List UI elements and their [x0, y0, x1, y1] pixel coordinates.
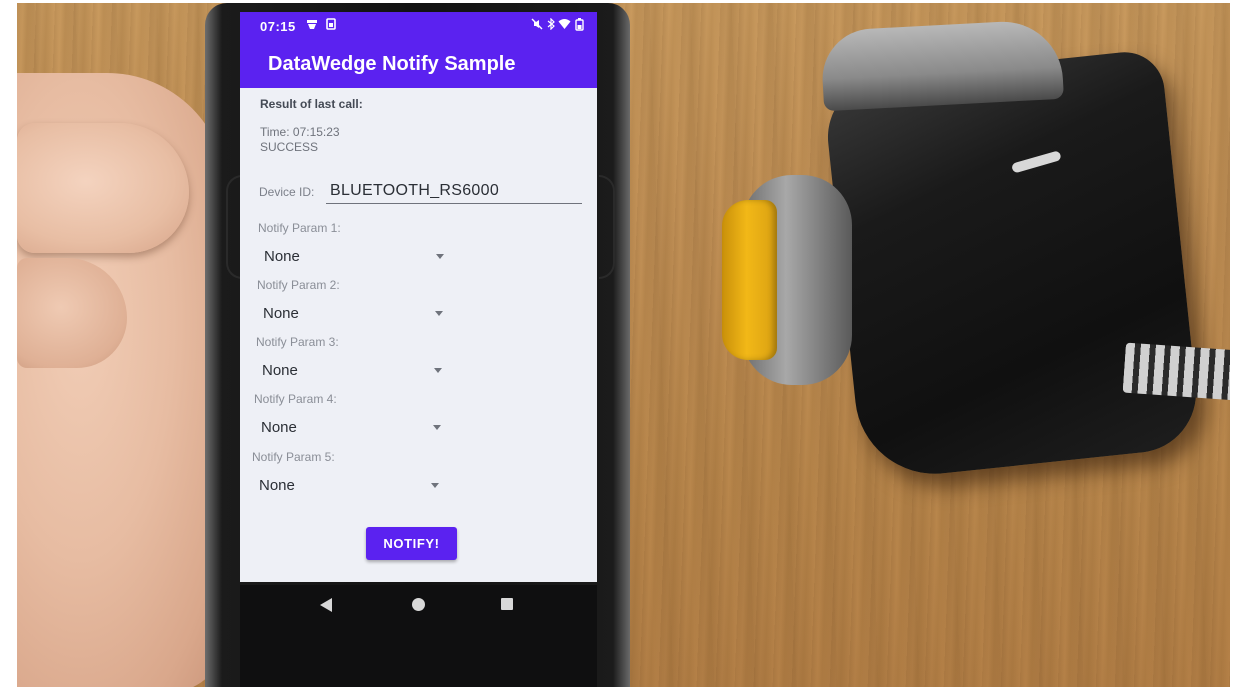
notify-button[interactable]: NOTIFY! [366, 527, 457, 560]
recent-apps-icon[interactable] [501, 598, 513, 610]
notify-param-4-dropdown[interactable]: None [261, 416, 441, 438]
result-time: Time: 07:15:23 [260, 125, 340, 139]
notify-param-2-value: None [263, 305, 299, 322]
home-icon[interactable] [412, 598, 425, 611]
wifi-icon [558, 18, 571, 33]
app-title: DataWedge Notify Sample [268, 53, 516, 75]
mute-icon [531, 18, 543, 33]
notify-param-4-value: None [261, 419, 297, 436]
battery-icon [575, 18, 584, 34]
scanner-contacts [1122, 342, 1230, 402]
notify-param-1-label: Notify Param 1: [258, 221, 341, 235]
back-icon[interactable] [320, 598, 332, 612]
result-label: Result of last call: [260, 97, 363, 111]
result-status: SUCCESS [260, 140, 319, 154]
notification-icon [306, 18, 318, 33]
main-content: Result of last call: Time: 07:15:23 SUCC… [240, 88, 597, 582]
notify-param-4-label: Notify Param 4: [254, 392, 337, 406]
sim-icon [326, 18, 336, 33]
device-id-label: Device ID: [259, 185, 315, 199]
scanner-body [822, 48, 1230, 482]
notify-param-1-value: None [264, 248, 300, 265]
dropdown-arrow-icon [431, 483, 439, 488]
phone-side-button-right [599, 175, 615, 279]
finger [17, 123, 189, 253]
status-bar: 07:15 [240, 12, 597, 42]
scanner-top [820, 18, 1064, 112]
notify-param-5-label: Notify Param 5: [252, 450, 335, 464]
notify-param-3-dropdown[interactable]: None [262, 359, 442, 381]
app-bar: DataWedge Notify Sample [240, 42, 597, 88]
notify-param-1-dropdown[interactable]: None [264, 245, 444, 267]
scanner-trigger [722, 200, 777, 360]
nav-bar [240, 582, 597, 627]
notify-param-3-value: None [262, 362, 298, 379]
notify-param-3-label: Notify Param 3: [256, 335, 339, 349]
dropdown-arrow-icon [435, 311, 443, 316]
ring-scanner-device [722, 18, 1230, 482]
dropdown-arrow-icon [433, 425, 441, 430]
status-time: 07:15 [260, 19, 296, 34]
scanner-slot [1010, 150, 1062, 174]
device-id-value: BLUETOOTH_RS6000 [330, 182, 500, 199]
notify-param-5-dropdown[interactable]: None [259, 474, 439, 496]
notify-param-2-dropdown[interactable]: None [263, 302, 443, 324]
dropdown-arrow-icon [434, 368, 442, 373]
notify-param-2-label: Notify Param 2: [257, 278, 340, 292]
device-id-field[interactable]: BLUETOOTH_RS6000 [326, 175, 582, 204]
dropdown-arrow-icon [436, 254, 444, 259]
bluetooth-icon [547, 17, 555, 33]
notify-param-5-value: None [259, 477, 295, 494]
phone-screen: 07:15 DataWedge Notify Sample Result of … [240, 12, 597, 582]
